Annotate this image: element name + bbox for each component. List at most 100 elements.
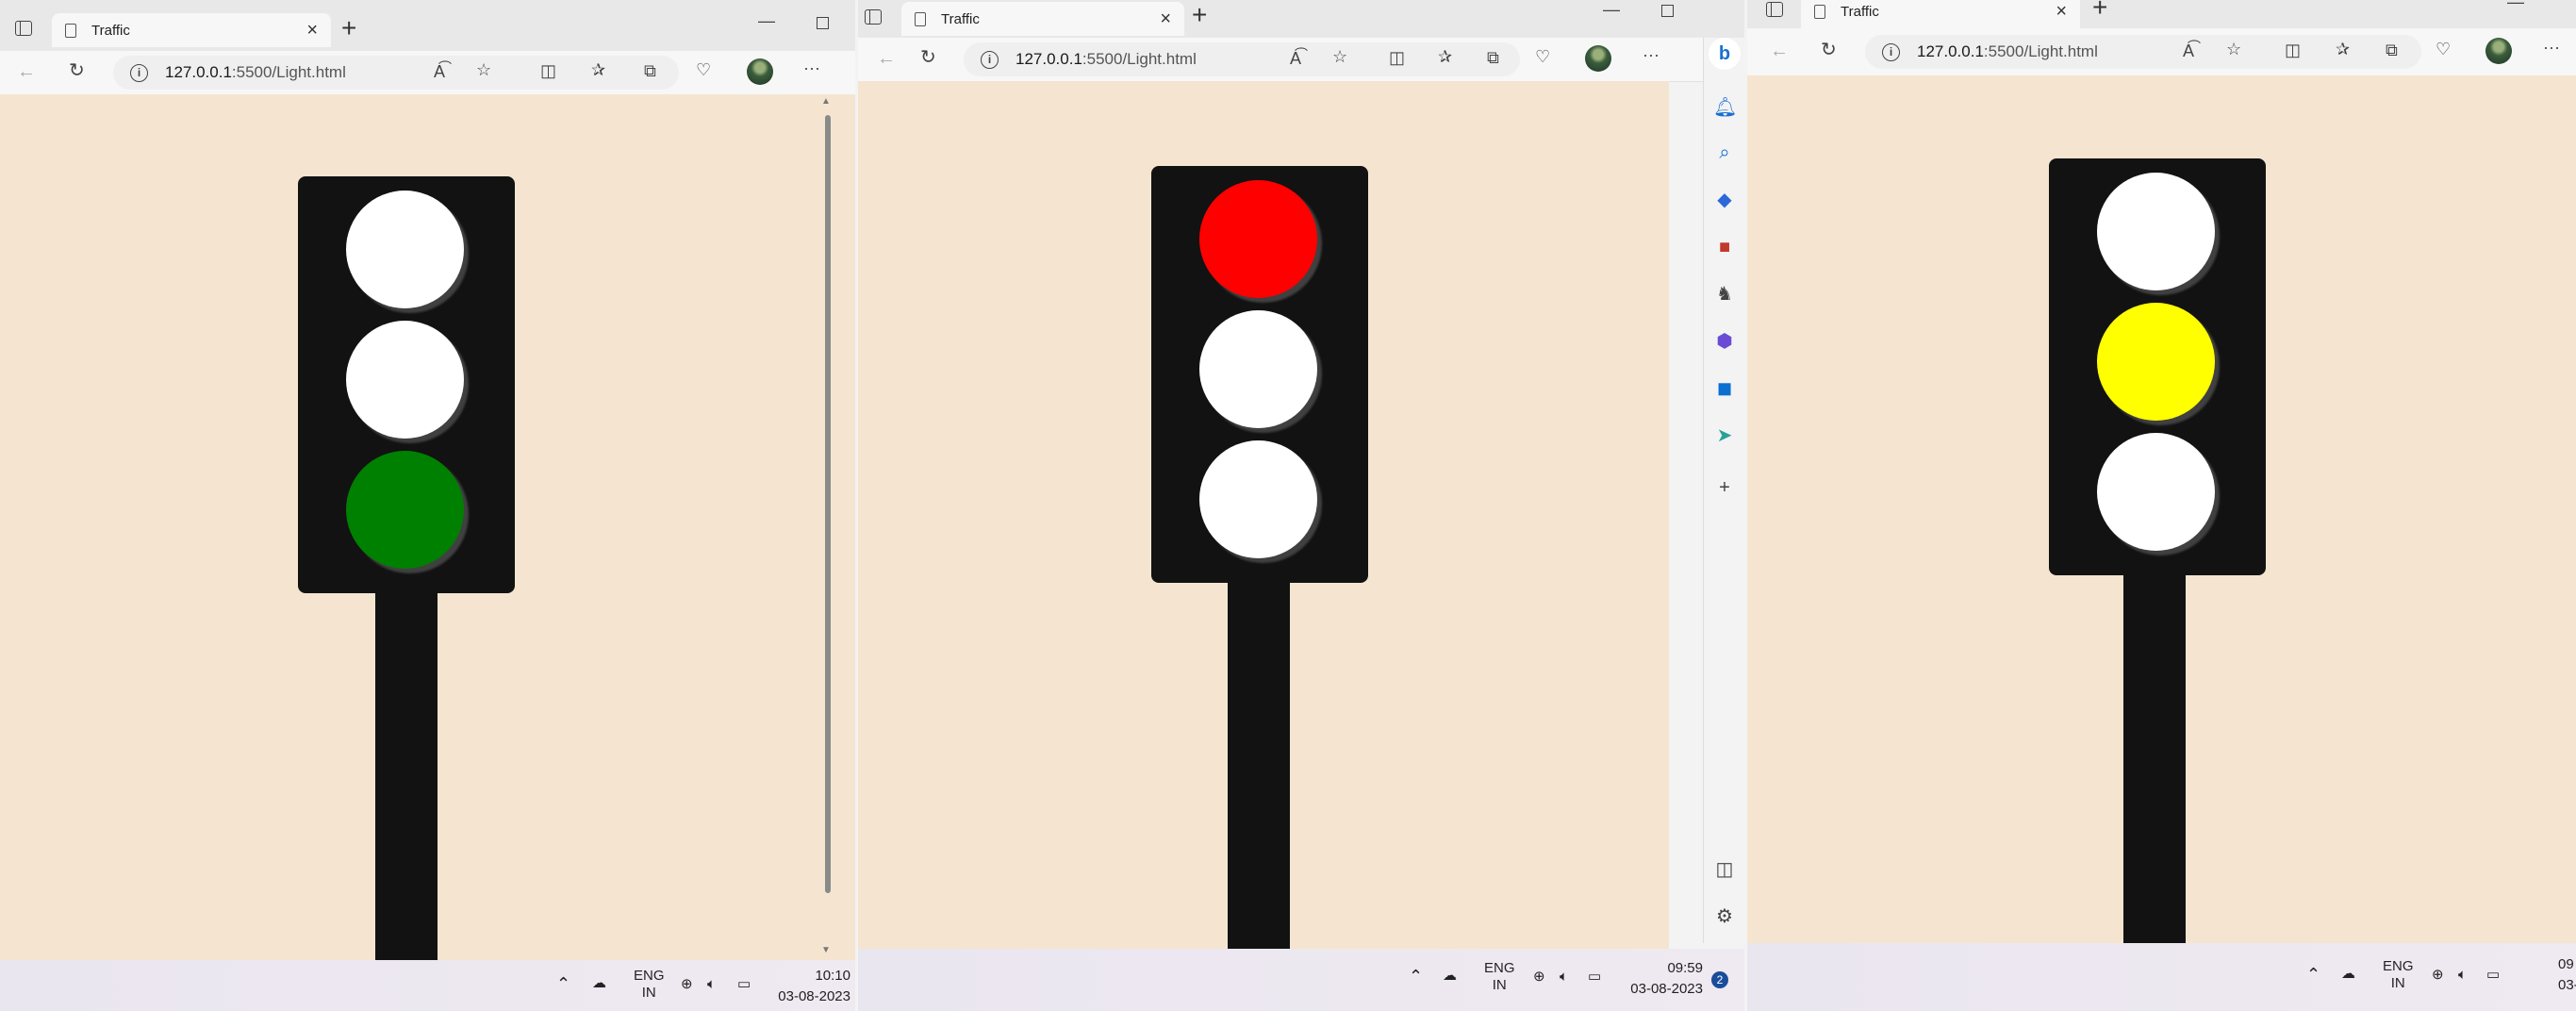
back-icon[interactable]: ← — [17, 62, 36, 81]
info-icon[interactable]: i — [1882, 42, 1900, 61]
browser-essentials-icon[interactable]: ♡ — [1535, 47, 1550, 67]
read-aloud-icon[interactable]: A͡ — [434, 62, 445, 82]
tab-title: Traffic — [91, 22, 130, 39]
read-aloud-icon[interactable]: A͡ — [2183, 41, 2194, 61]
close-tab-icon[interactable]: × — [2056, 1, 2067, 23]
clock[interactable]: 09 03-08-2 — [2558, 954, 2576, 996]
favorites-icon[interactable]: ✰ — [1438, 47, 1452, 67]
avatar[interactable] — [1585, 45, 1611, 72]
favorite-star-icon[interactable]: ☆ — [476, 60, 491, 80]
collections-icon[interactable]: ⧉ — [644, 61, 656, 81]
tab-actions-icon[interactable] — [865, 9, 882, 25]
info-icon[interactable]: i — [130, 63, 148, 82]
language-indicator[interactable]: ENG IN — [2383, 958, 2414, 992]
more-menu-icon[interactable]: ··· — [2543, 38, 2560, 58]
tab-actions-icon[interactable] — [1766, 2, 1783, 17]
light-top — [346, 191, 464, 308]
tab-traffic[interactable]: Traffic × — [52, 13, 331, 47]
favorites-icon[interactable]: ✰ — [591, 60, 605, 80]
weather-cloud-icon[interactable]: ☁ — [1443, 968, 1457, 985]
new-tab-icon[interactable]: + — [341, 15, 356, 41]
refresh-icon[interactable]: ↻ — [1821, 41, 1837, 59]
light-top — [1199, 180, 1317, 298]
volume-icon[interactable]: 🔈︎ — [1560, 969, 1568, 986]
collections-icon[interactable]: ⧉ — [2386, 41, 2398, 60]
scroll-up-icon[interactable]: ▲ — [821, 96, 831, 107]
taskbar: ⌃ ☁ ENG IN ⊕ 🔈︎ ▭ 09:59 03-08-2023 2 — [858, 949, 1744, 1011]
volume-icon[interactable]: 🔈︎ — [707, 976, 716, 993]
toolbox-icon[interactable]: ■ — [1713, 236, 1736, 258]
favorite-star-icon[interactable]: ☆ — [1332, 47, 1347, 67]
send-icon[interactable]: ➤ — [1713, 424, 1736, 447]
split-screen-icon[interactable]: ◫ — [2285, 41, 2301, 60]
collections-icon[interactable]: ⧉ — [1487, 48, 1499, 68]
refresh-icon[interactable]: ↻ — [69, 61, 85, 80]
new-tab-icon[interactable]: + — [1192, 2, 1207, 28]
notification-badge[interactable]: 2 — [1711, 971, 1728, 988]
info-icon[interactable]: i — [981, 50, 999, 69]
plus-icon[interactable]: + — [1713, 476, 1736, 499]
new-tab-icon[interactable]: + — [2092, 0, 2107, 21]
language-indicator[interactable]: ENG IN — [634, 968, 665, 1002]
close-tab-icon[interactable]: × — [1160, 8, 1171, 30]
back-icon[interactable]: ← — [1770, 41, 1789, 60]
battery-icon[interactable]: ▭ — [1588, 969, 1601, 986]
more-menu-icon[interactable]: ··· — [803, 58, 820, 78]
browser-essentials-icon[interactable]: ♡ — [696, 60, 711, 80]
split-screen-icon[interactable]: ◫ — [1389, 48, 1405, 68]
more-menu-icon[interactable]: ··· — [1643, 45, 1660, 65]
maximize-icon[interactable] — [817, 17, 829, 29]
copilot-icon[interactable]: b — [1709, 38, 1741, 70]
close-tab-icon[interactable]: × — [306, 20, 318, 41]
light-middle — [1199, 310, 1317, 428]
language-indicator[interactable]: ENG IN — [1484, 960, 1515, 994]
address-bar[interactable]: i 127.0.0.1:5500/Light.html — [964, 42, 1520, 76]
traffic-light-housing — [1151, 166, 1368, 583]
favorite-star-icon[interactable]: ☆ — [2226, 40, 2241, 59]
weather-cloud-icon[interactable]: ☁ — [592, 975, 606, 992]
favorites-icon[interactable]: ✰ — [2336, 40, 2350, 59]
vertical-scrollbar[interactable]: ▲ ▼ — [818, 94, 835, 960]
chevron-up-icon[interactable]: ⌃ — [2306, 966, 2320, 983]
tab-title: Traffic — [1841, 3, 1879, 20]
volume-icon[interactable]: 🔈︎ — [2458, 967, 2467, 984]
minimize-icon[interactable]: — — [2507, 0, 2524, 12]
tab-strip: Traffic × + — — [0, 0, 855, 51]
browser-essentials-icon[interactable]: ♡ — [2436, 40, 2451, 59]
avatar[interactable] — [747, 58, 773, 85]
scrollbar-thumb[interactable] — [825, 115, 831, 893]
back-icon[interactable]: ← — [877, 49, 896, 68]
minimize-icon[interactable]: — — [1603, 0, 1620, 20]
page-icon — [65, 23, 76, 38]
clock[interactable]: 09:59 03-08-2023 — [1612, 958, 1703, 1000]
gear-icon[interactable]: ⚙ — [1713, 905, 1736, 928]
outlook-icon[interactable]: ◼ — [1713, 377, 1736, 400]
scroll-down-icon[interactable]: ▼ — [821, 945, 831, 955]
network-globe-icon[interactable]: ⊕ — [1533, 969, 1545, 986]
minimize-icon[interactable]: — — [758, 11, 775, 31]
refresh-icon[interactable]: ↻ — [920, 48, 936, 67]
battery-icon[interactable]: ▭ — [2486, 967, 2500, 984]
tab-traffic[interactable]: Traffic × — [1801, 0, 2080, 28]
chess-icon[interactable]: ♞ — [1713, 283, 1736, 306]
tab-actions-icon[interactable] — [15, 21, 32, 36]
bell-icon[interactable]: 🔔︎ — [1713, 96, 1737, 119]
split-screen-icon[interactable]: ◫ — [540, 61, 556, 81]
chevron-up-icon[interactable]: ⌃ — [1409, 968, 1423, 985]
weather-cloud-icon[interactable]: ☁ — [2341, 966, 2355, 983]
clock[interactable]: 10:10 03-08-2023 — [764, 966, 850, 1007]
search-icon[interactable]: ⌕ — [1713, 141, 1736, 164]
layout-icon[interactable]: ◫ — [1713, 858, 1736, 881]
tag-icon[interactable]: ◆ — [1713, 189, 1736, 211]
traffic-light-housing — [2049, 158, 2266, 575]
office-icon[interactable]: ⬢ — [1713, 330, 1736, 353]
traffic-light-pole — [2123, 571, 2186, 943]
network-globe-icon[interactable]: ⊕ — [681, 976, 693, 993]
maximize-icon[interactable] — [1661, 5, 1674, 17]
avatar[interactable] — [2485, 38, 2512, 64]
network-globe-icon[interactable]: ⊕ — [2432, 967, 2444, 984]
tab-traffic[interactable]: Traffic × — [901, 2, 1184, 36]
read-aloud-icon[interactable]: A͡ — [1290, 49, 1301, 69]
chevron-up-icon[interactable]: ⌃ — [556, 975, 570, 992]
battery-icon[interactable]: ▭ — [737, 976, 751, 993]
